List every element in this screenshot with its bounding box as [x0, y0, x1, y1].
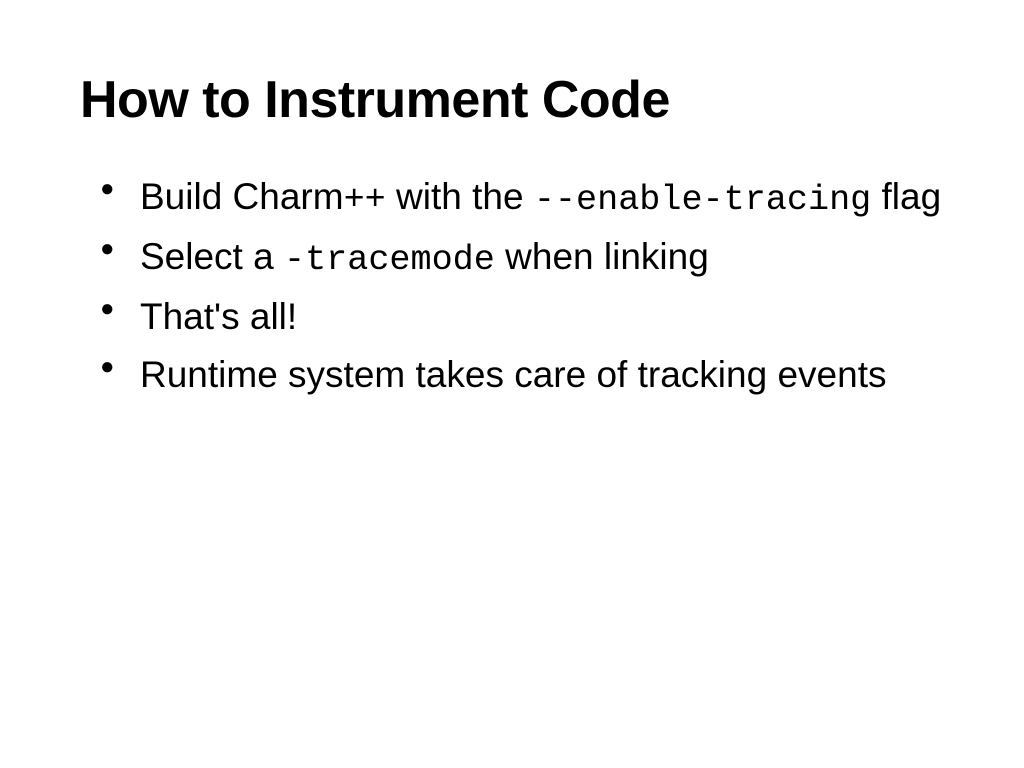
body-text: Runtime system takes care of tracking ev…	[140, 354, 886, 395]
code-text: --enable-tracing	[534, 180, 871, 220]
body-text: with the	[386, 176, 534, 217]
body-text: when linking	[495, 236, 709, 277]
bullet-list: Build Charm++ with the --enable-tracing …	[80, 170, 944, 401]
bullet-item-0: Build Charm++ with the --enable-tracing …	[100, 170, 944, 226]
slide-title: How to Instrument Code	[80, 70, 944, 130]
code-text: -tracemode	[284, 240, 495, 280]
body-text: That's all!	[140, 296, 297, 337]
bullet-item-1: Select a -tracemode when linking	[100, 230, 944, 286]
bullet-item-3: Runtime system takes care of tracking ev…	[100, 348, 944, 402]
body-text: Select a	[140, 236, 284, 277]
code-text: ++	[344, 180, 386, 220]
body-text: flag	[871, 176, 941, 217]
body-text: Build Charm	[140, 176, 344, 217]
bullet-item-2: That's all!	[100, 290, 944, 344]
